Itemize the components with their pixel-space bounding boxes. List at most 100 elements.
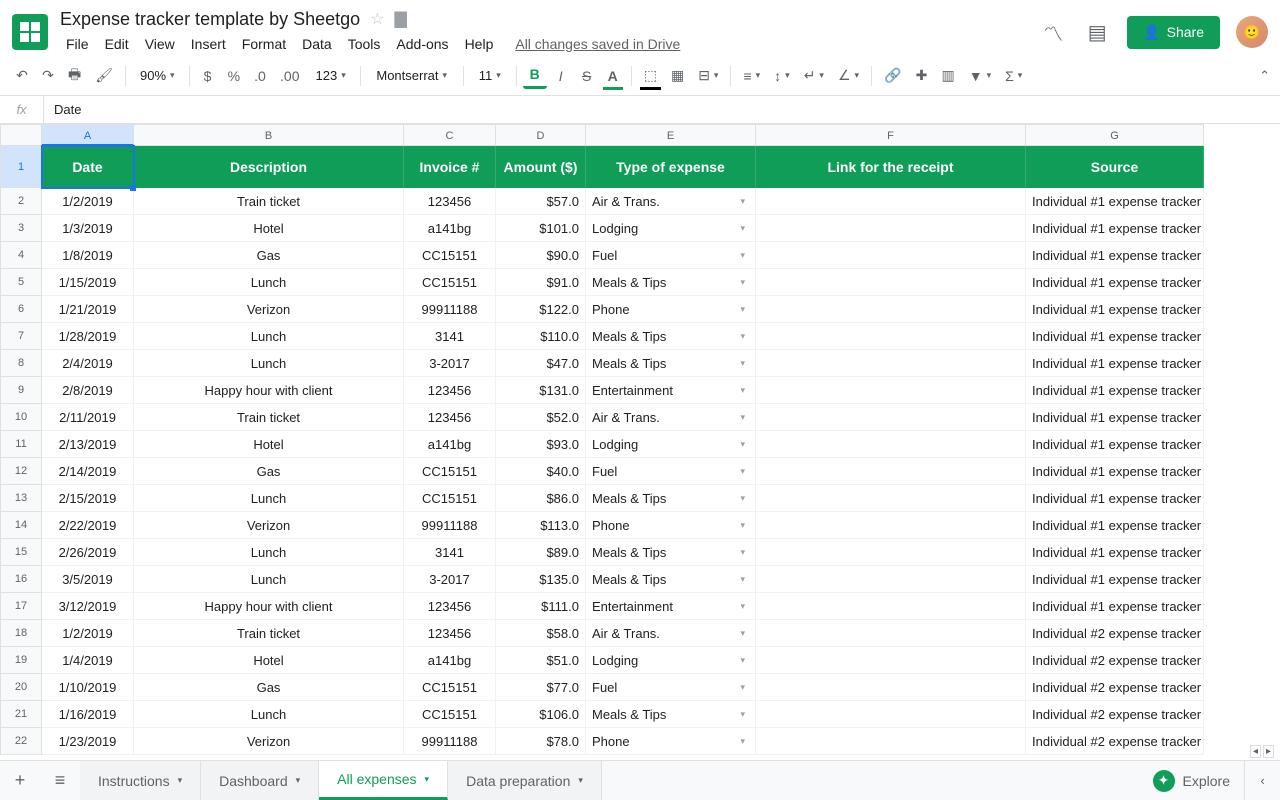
cell[interactable] bbox=[756, 593, 1026, 620]
cell[interactable]: 3/12/2019 bbox=[42, 593, 134, 620]
header-cell[interactable]: Amount ($) bbox=[496, 146, 586, 188]
row-header[interactable]: 14 bbox=[0, 512, 42, 539]
v-align-button[interactable]: ↕ bbox=[768, 64, 796, 88]
cell[interactable]: 3141 bbox=[404, 323, 496, 350]
filter-button[interactable]: ▼ bbox=[963, 64, 997, 88]
cell[interactable]: 99911188 bbox=[404, 512, 496, 539]
cell[interactable]: Fuel▾ bbox=[586, 674, 756, 701]
cell[interactable]: Lunch bbox=[134, 350, 404, 377]
cell[interactable]: Individual #1 expense tracker bbox=[1026, 431, 1204, 458]
cell[interactable]: Individual #1 expense tracker bbox=[1026, 512, 1204, 539]
dropdown-icon[interactable]: ▾ bbox=[740, 458, 745, 485]
dropdown-icon[interactable]: ▾ bbox=[740, 566, 745, 593]
cell[interactable]: Meals & Tips▾ bbox=[586, 269, 756, 296]
cell[interactable]: $58.0 bbox=[496, 620, 586, 647]
cell[interactable]: Individual #1 expense tracker bbox=[1026, 188, 1204, 215]
cell[interactable]: 123456 bbox=[404, 188, 496, 215]
cell[interactable]: Fuel▾ bbox=[586, 458, 756, 485]
cell[interactable]: $131.0 bbox=[496, 377, 586, 404]
row-header[interactable]: 2 bbox=[0, 188, 42, 215]
cell[interactable] bbox=[756, 431, 1026, 458]
cell[interactable]: $86.0 bbox=[496, 485, 586, 512]
cell[interactable]: $51.0 bbox=[496, 647, 586, 674]
column-header[interactable]: B bbox=[134, 124, 404, 146]
cell[interactable]: Entertainment▾ bbox=[586, 593, 756, 620]
cell[interactable]: $135.0 bbox=[496, 566, 586, 593]
cell[interactable]: Meals & Tips▾ bbox=[586, 485, 756, 512]
cell[interactable]: Happy hour with client bbox=[134, 593, 404, 620]
menu-file[interactable]: File bbox=[60, 32, 95, 56]
row-header[interactable]: 9 bbox=[0, 377, 42, 404]
cell[interactable] bbox=[756, 728, 1026, 755]
row-header[interactable]: 22 bbox=[0, 728, 42, 755]
row-header[interactable]: 6 bbox=[0, 296, 42, 323]
cell[interactable]: Individual #2 expense tracker bbox=[1026, 701, 1204, 728]
cell[interactable]: Lunch bbox=[134, 539, 404, 566]
dropdown-icon[interactable]: ▾ bbox=[740, 512, 745, 539]
cell[interactable]: $78.0 bbox=[496, 728, 586, 755]
row-header[interactable]: 1 bbox=[0, 146, 42, 188]
cell[interactable]: Individual #1 expense tracker bbox=[1026, 566, 1204, 593]
cell[interactable]: 1/15/2019 bbox=[42, 269, 134, 296]
cell[interactable] bbox=[756, 323, 1026, 350]
account-avatar[interactable]: 🙂 bbox=[1236, 16, 1268, 48]
cell[interactable]: Phone▾ bbox=[586, 296, 756, 323]
dropdown-icon[interactable]: ▾ bbox=[740, 539, 745, 566]
cell[interactable]: $111.0 bbox=[496, 593, 586, 620]
row-header[interactable]: 12 bbox=[0, 458, 42, 485]
header-cell[interactable]: Source bbox=[1026, 146, 1204, 188]
cell[interactable]: Meals & Tips▾ bbox=[586, 566, 756, 593]
font-select[interactable]: Montserrat bbox=[367, 64, 457, 87]
chart-button[interactable]: ▥ bbox=[935, 63, 960, 88]
row-header[interactable]: 16 bbox=[0, 566, 42, 593]
dropdown-icon[interactable]: ▾ bbox=[740, 323, 745, 350]
cell[interactable]: Individual #1 expense tracker bbox=[1026, 323, 1204, 350]
folder-icon[interactable]: ▇ bbox=[395, 9, 407, 29]
cell[interactable]: 1/3/2019 bbox=[42, 215, 134, 242]
cell[interactable]: 123456 bbox=[404, 620, 496, 647]
cell[interactable]: 1/16/2019 bbox=[42, 701, 134, 728]
share-button[interactable]: 👤 Share bbox=[1127, 16, 1220, 49]
functions-button[interactable]: Σ bbox=[999, 64, 1028, 88]
cell[interactable]: $57.0 bbox=[496, 188, 586, 215]
cell[interactable]: 3-2017 bbox=[404, 566, 496, 593]
row-header[interactable]: 3 bbox=[0, 215, 42, 242]
cell[interactable]: Individual #1 expense tracker bbox=[1026, 485, 1204, 512]
row-header[interactable]: 11 bbox=[0, 431, 42, 458]
cell[interactable]: Meals & Tips▾ bbox=[586, 539, 756, 566]
cell[interactable]: Gas bbox=[134, 674, 404, 701]
collapse-toolbar-button[interactable]: ⌃ bbox=[1259, 68, 1270, 84]
row-header[interactable]: 5 bbox=[0, 269, 42, 296]
row-header[interactable]: 8 bbox=[0, 350, 42, 377]
cell[interactable]: $122.0 bbox=[496, 296, 586, 323]
cell[interactable] bbox=[756, 647, 1026, 674]
cell[interactable]: Train ticket bbox=[134, 620, 404, 647]
increase-decimal-button[interactable]: .00 bbox=[274, 64, 305, 88]
sheet-tab[interactable]: Data preparation▾ bbox=[448, 761, 602, 800]
link-button[interactable]: 🔗 bbox=[878, 63, 907, 88]
cell[interactable]: 2/15/2019 bbox=[42, 485, 134, 512]
cell[interactable]: Train ticket bbox=[134, 188, 404, 215]
document-title[interactable]: Expense tracker template by Sheetgo bbox=[60, 9, 360, 30]
cell[interactable]: Lunch bbox=[134, 269, 404, 296]
menu-edit[interactable]: Edit bbox=[99, 32, 135, 56]
horizontal-scroll-arrows[interactable]: ◂▸ bbox=[1250, 745, 1274, 758]
cell[interactable]: $93.0 bbox=[496, 431, 586, 458]
dropdown-icon[interactable]: ▾ bbox=[740, 431, 745, 458]
cell[interactable]: $77.0 bbox=[496, 674, 586, 701]
cell[interactable]: CC15151 bbox=[404, 674, 496, 701]
cell[interactable] bbox=[756, 269, 1026, 296]
cell[interactable]: 1/8/2019 bbox=[42, 242, 134, 269]
percent-button[interactable]: % bbox=[222, 64, 246, 88]
cell[interactable]: $106.0 bbox=[496, 701, 586, 728]
cell[interactable]: Phone▾ bbox=[586, 728, 756, 755]
cell[interactable] bbox=[756, 350, 1026, 377]
cell[interactable]: Happy hour with client bbox=[134, 377, 404, 404]
cell[interactable] bbox=[756, 512, 1026, 539]
paint-format-button[interactable]: 🖌 bbox=[89, 63, 119, 88]
cell[interactable]: 99911188 bbox=[404, 296, 496, 323]
cell[interactable]: 1/4/2019 bbox=[42, 647, 134, 674]
currency-button[interactable]: $ bbox=[196, 64, 220, 88]
italic-button[interactable]: I bbox=[549, 64, 573, 88]
dropdown-icon[interactable]: ▾ bbox=[740, 404, 745, 431]
